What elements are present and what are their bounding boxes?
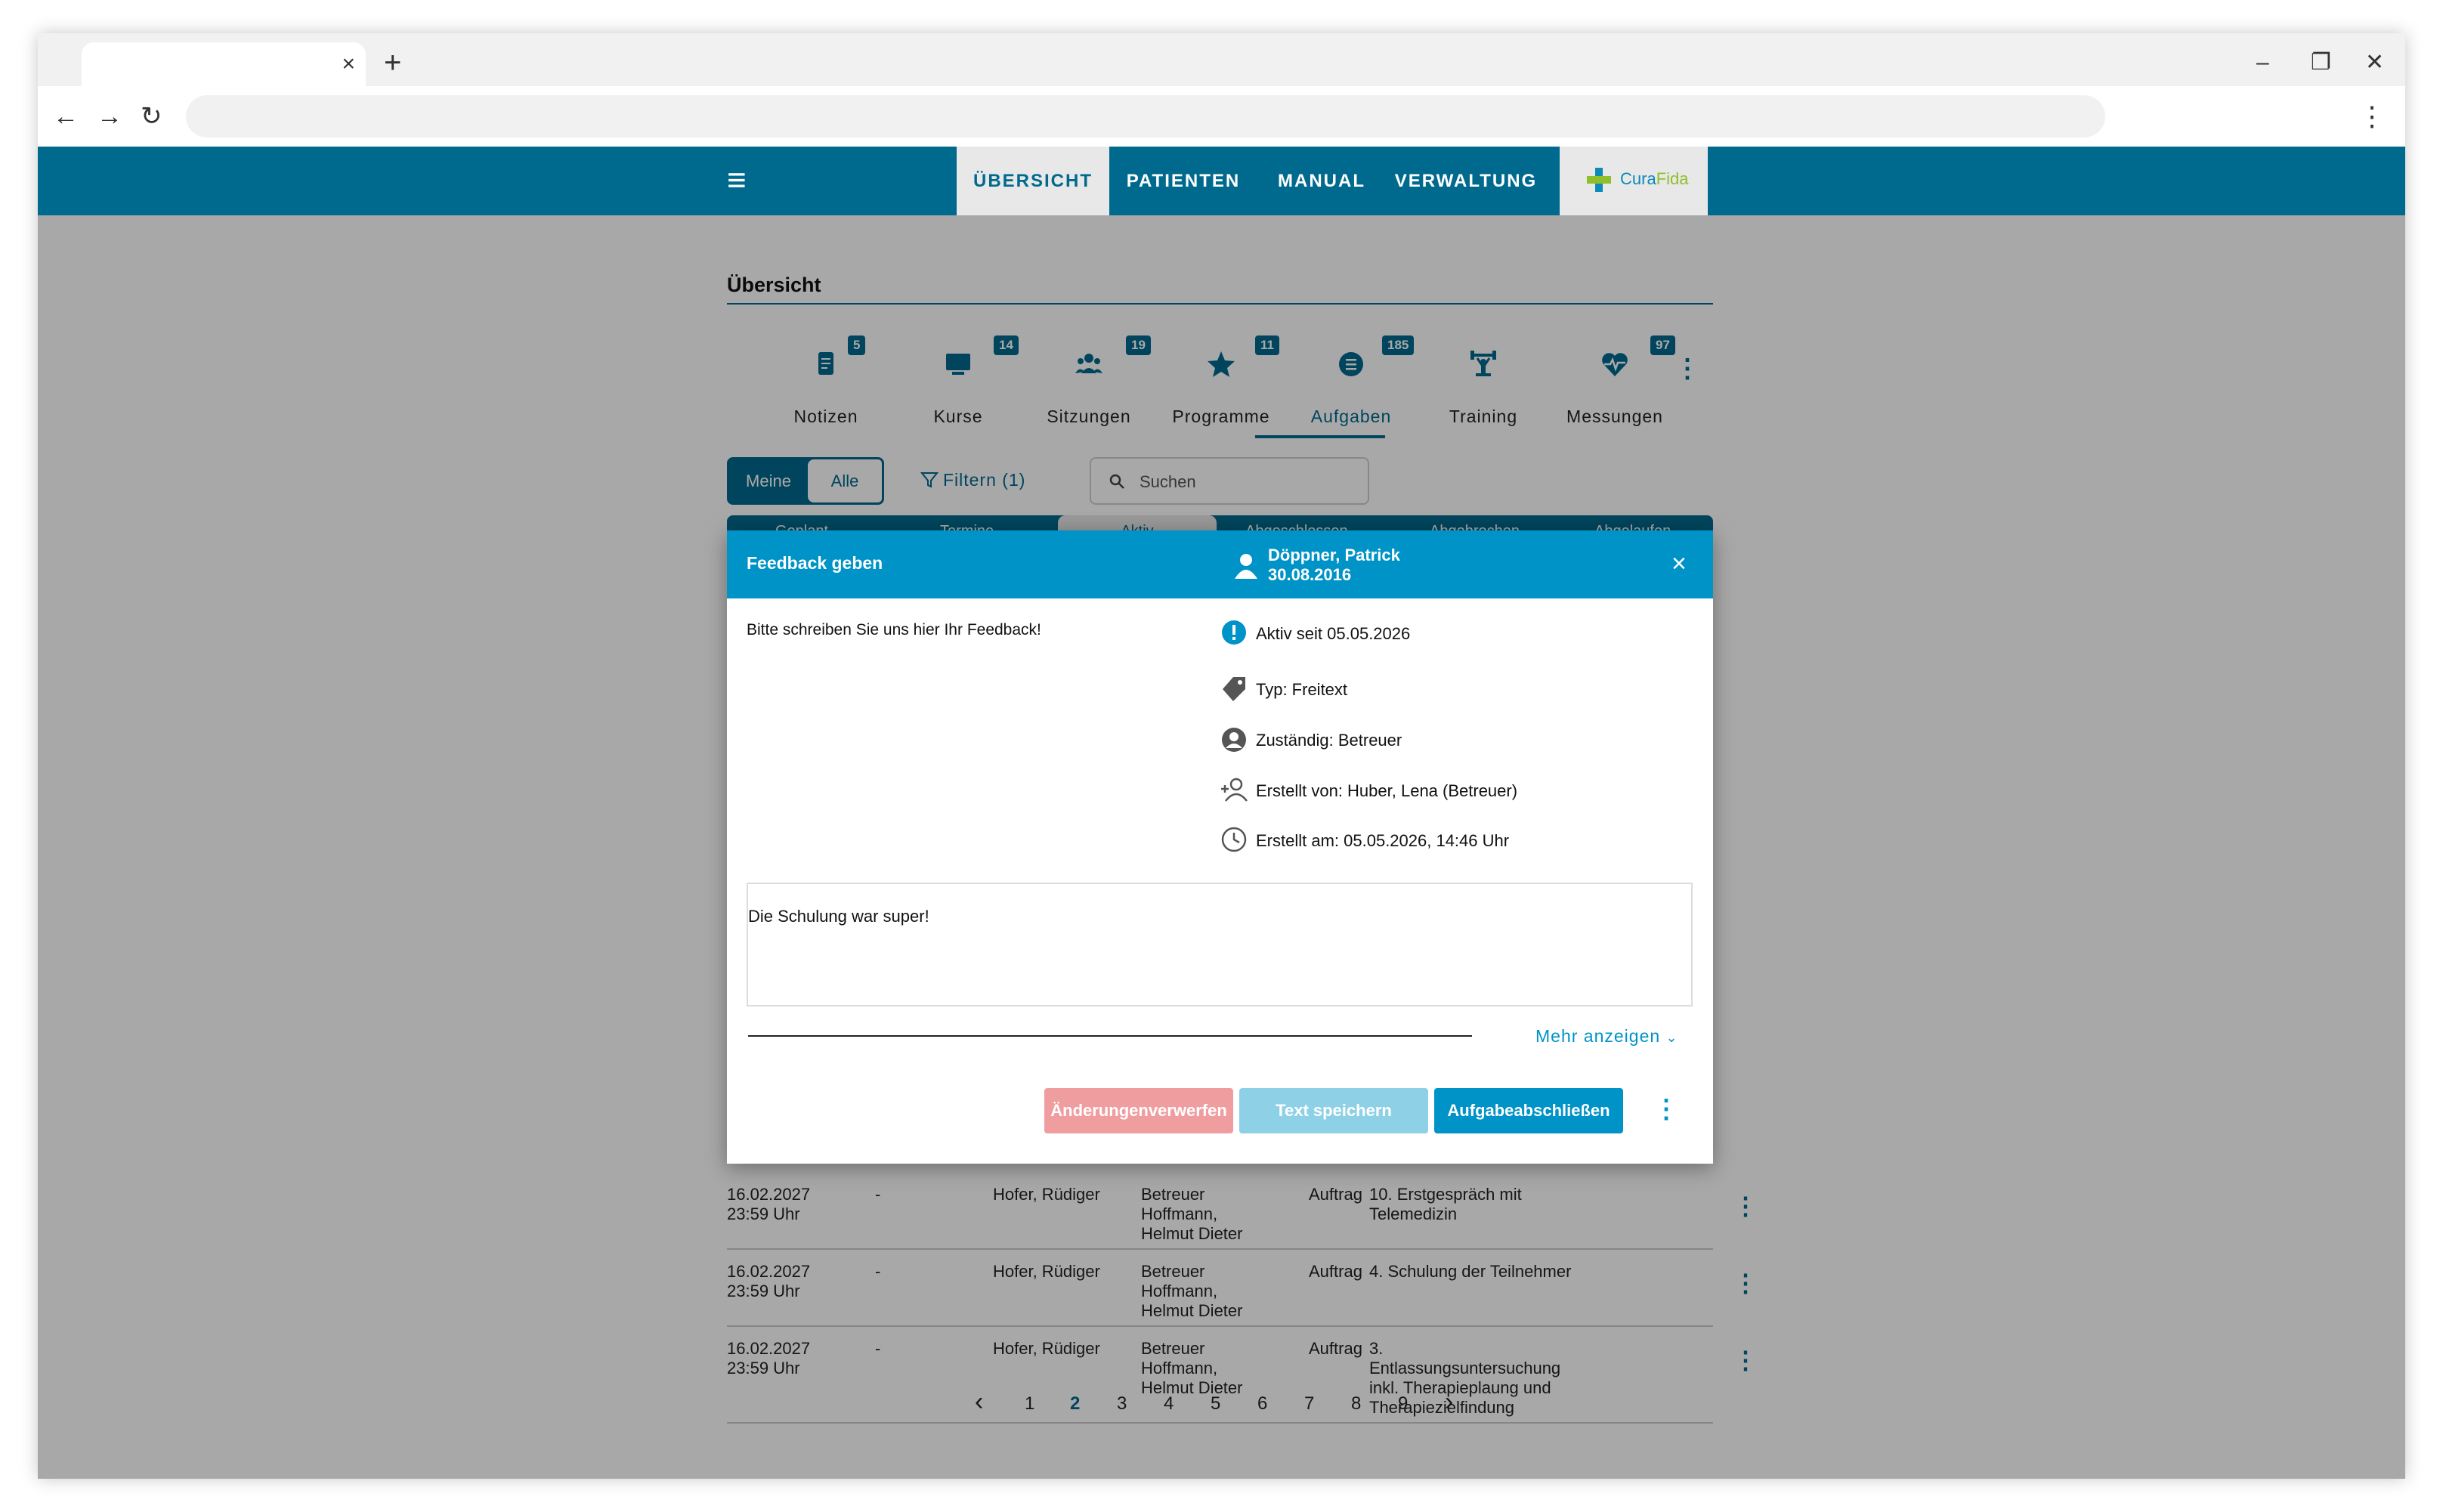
save-text-button[interactable]: Text speichern [1239, 1088, 1428, 1133]
dialog-more-icon[interactable]: ⋮ [1653, 1094, 1679, 1124]
logo-cross-icon [1587, 168, 1611, 192]
browser-menu-button[interactable]: ⋮ [2358, 98, 2386, 135]
dialog-header: Feedback geben Döppner, Patrick 30.08.201… [727, 530, 1713, 598]
show-more-button[interactable]: Mehr anzeigen ⌄ [1535, 1026, 1678, 1047]
browser-tab[interactable]: × [82, 42, 366, 86]
new-tab-button[interactable]: + [384, 44, 401, 82]
meta-active-since: Aktiv seit 05.05.2026 [1256, 624, 1411, 643]
person-icon [1235, 554, 1257, 579]
address-bar[interactable] [186, 95, 2105, 138]
feedback-answer-box[interactable]: Die Schulung war super! [747, 883, 1693, 1006]
curafida-logo[interactable]: CuraFida [1560, 147, 1708, 215]
meta-created-at: Erstellt am: 05.05.2026, 14:46 Uhr [1256, 831, 1510, 850]
back-button[interactable]: ← [53, 98, 79, 135]
task-description: Bitte schreiben Sie uns hier Ihr Feedbac… [747, 621, 1041, 639]
complete-task-button[interactable]: Aufgabe abschließen [1434, 1088, 1623, 1133]
account-circle-icon [1222, 728, 1246, 752]
meta-responsible: Zuständig: Betreuer [1256, 731, 1402, 750]
show-more-label: Mehr anzeigen [1535, 1026, 1661, 1046]
app-viewport: ≡ ÜBERSICHT PATIENTEN MANUAL VERWALTUNG … [38, 147, 2405, 1479]
nav-tab-verwaltung[interactable]: VERWALTUNG [1386, 147, 1546, 215]
browser-window: × + – ❐ ✕ ← → ↻ ⋮ ≡ ÜBERSICHT PATIENTEN … [38, 33, 2405, 1479]
clock-icon [1221, 827, 1247, 852]
tab-strip: × + – ❐ ✕ [38, 33, 2405, 86]
chevron-down-icon: ⌄ [1665, 1030, 1678, 1045]
minimize-button[interactable]: – [2256, 44, 2269, 82]
restore-button[interactable]: ❐ [2311, 44, 2331, 82]
person-add-icon [1221, 778, 1248, 802]
dialog-title: Feedback geben [747, 553, 883, 573]
dialog-patient: Döppner, Patrick 30.08.2016 [1268, 546, 1400, 584]
meta-type: Typ: Freitext [1256, 680, 1348, 699]
feedback-answer-text: Die Schulung war super! [748, 907, 929, 926]
browser-toolbar: ← → ↻ ⋮ [38, 86, 2405, 147]
nav-tab-uebersicht[interactable]: ÜBERSICHT [957, 147, 1109, 215]
discard-changes-button[interactable]: Änderungen verwerfen [1044, 1088, 1233, 1133]
dialog-close-icon[interactable]: × [1671, 550, 1687, 577]
tag-icon [1223, 677, 1245, 701]
logo-text: CuraFida [1620, 169, 1689, 188]
tab-close-icon[interactable]: × [342, 48, 355, 80]
app-bar: ≡ ÜBERSICHT PATIENTEN MANUAL VERWALTUNG … [38, 147, 2405, 215]
dialog-divider [748, 1035, 1472, 1037]
nav-tab-manual[interactable]: MANUAL [1257, 147, 1386, 215]
hamburger-menu-icon[interactable]: ≡ [727, 162, 747, 199]
meta-created-by: Erstellt von: Huber, Lena (Betreuer) [1256, 781, 1518, 800]
forward-button[interactable]: → [97, 98, 122, 135]
reload-button[interactable]: ↻ [141, 98, 162, 135]
info-alert-icon [1222, 620, 1246, 645]
close-window-button[interactable]: ✕ [2365, 44, 2384, 82]
feedback-dialog: Feedback geben Döppner, Patrick 30.08.201… [727, 530, 1713, 1164]
nav-tab-patienten[interactable]: PATIENTEN [1109, 147, 1257, 215]
